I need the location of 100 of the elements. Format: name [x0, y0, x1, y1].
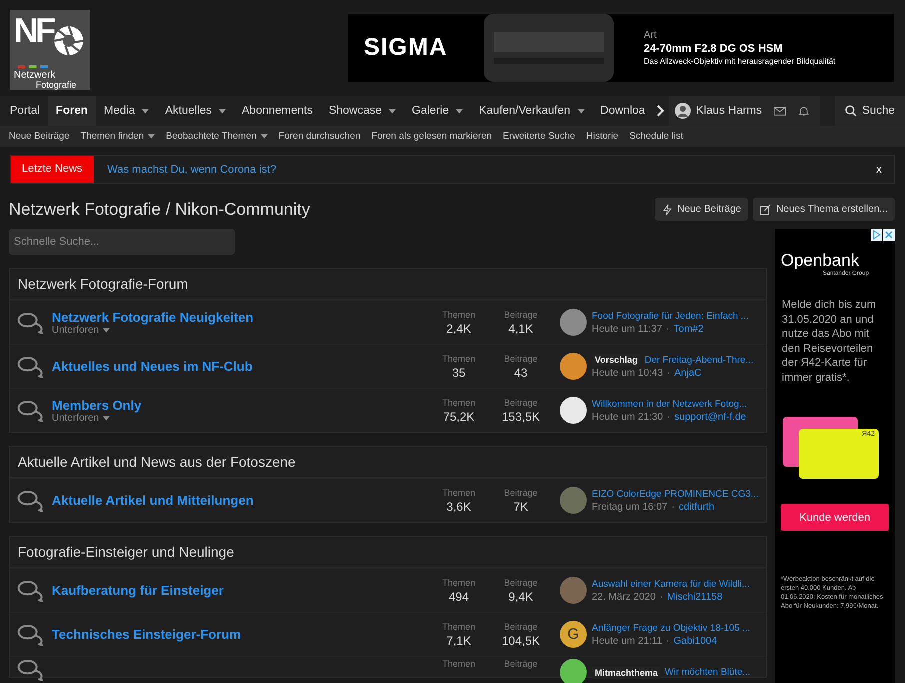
forum-link[interactable]: Kaufberatung für Einsteiger: [52, 583, 428, 598]
avatar-icon: [675, 103, 692, 119]
forum-link[interactable]: Members Only: [52, 398, 428, 412]
news-link[interactable]: Was machst Du, wenn Corona ist?: [108, 164, 870, 176]
forum-link[interactable]: Netzwerk Fotografie Neuigkeiten: [52, 310, 428, 324]
logo-text: Fotografie: [36, 80, 77, 90]
nav-tab[interactable]: Downloa: [592, 96, 654, 126]
separator-dot: ·: [660, 592, 664, 602]
post-count: 104,5K: [502, 634, 540, 648]
post-count: 7K: [514, 500, 528, 514]
separator-dot: ·: [666, 324, 670, 334]
user-link[interactable]: support@nf-f.de: [674, 412, 746, 422]
ad-choices-icon[interactable]: [871, 229, 895, 241]
logo-initials: NF: [14, 12, 54, 51]
action-button[interactable]: Neues Thema erstellen...: [753, 198, 895, 221]
avatar-photo-placeholder[interactable]: [560, 353, 587, 380]
subforums-toggle[interactable]: Unterforen: [52, 412, 428, 424]
stat-label: Themen: [442, 622, 476, 632]
thread-count: 7,1K: [446, 634, 472, 648]
forum-link[interactable]: Aktuelles und Neues im NF-Club: [52, 359, 428, 374]
ad-brand: Openbank: [781, 251, 860, 270]
search-button[interactable]: Suche: [835, 96, 905, 126]
thread-link[interactable]: Der Freitag-Abend-Thre...: [644, 354, 754, 366]
separator-dot: ·: [672, 502, 675, 512]
thread-link[interactable]: Auswahl einer Kamera für die Wildli...: [592, 578, 750, 590]
ad-tagline: Das Allzweck-Objektiv mit herausragender Bildqualität: [644, 57, 836, 66]
site-logo[interactable]: NF Netzwerk Fotografie: [10, 10, 90, 90]
nav-tab[interactable]: Showcase: [320, 96, 404, 126]
post-time: 22. März 2020: [592, 592, 656, 602]
thread-link[interactable]: EIZO ColorEdge PROMINENCE CG3...: [592, 488, 759, 500]
stat-label: Beiträge: [504, 622, 538, 632]
post-count: 9,4K: [508, 590, 534, 604]
chat-bubbles-icon: [17, 312, 44, 334]
subnav-link[interactable]: Schedule list: [630, 131, 684, 142]
page-title: Netzwerk Fotografie / Nikon-Community: [9, 200, 310, 220]
forum-link[interactable]: Technisches Einsteiger-Forum: [52, 627, 428, 642]
user-link[interactable]: Gabi1004: [674, 636, 718, 646]
nav-tab[interactable]: Foren: [48, 96, 96, 126]
post-count: 4,1K: [508, 322, 534, 336]
close-button[interactable]: x: [870, 162, 888, 176]
stat-label: Themen: [442, 310, 476, 320]
ad-text: Melde dich bis zum 31.05.2020 an und nutze das Abo mit den Reisevorteilen der Я42-Karte für immer gratis*.: [782, 298, 878, 385]
thread-count: 35: [452, 366, 466, 380]
quick-search-field[interactable]: Schnelle Suche...: [9, 229, 235, 255]
bank-ad[interactable]: [775, 229, 895, 683]
thread-link[interactable]: Anfänger Frage zu Objektiv 18-105 ...: [592, 622, 750, 634]
nav-tab[interactable]: Aktuelles: [157, 96, 234, 126]
letter-avatar[interactable]: [560, 659, 587, 683]
lightning-icon: [662, 204, 673, 216]
nav-tab[interactable]: Galerie: [404, 96, 472, 126]
stat-label: Themen: [442, 354, 476, 364]
news-label: Letzte News: [11, 156, 94, 183]
subnav-link[interactable]: Foren als gelesen markieren: [372, 131, 492, 142]
aperture-icon: [52, 24, 86, 58]
post-count: 153,5K: [502, 410, 540, 424]
subnav-link[interactable]: Historie: [586, 131, 619, 142]
user-link[interactable]: AnjaC: [674, 368, 702, 379]
lens-ad-banner[interactable]: SIGMA Art 24-70mm F2.8 DG OS HSM Das Allzweck-Objektiv mit herausragender Bildqualität: [348, 14, 894, 82]
separator-dot: ·: [667, 368, 671, 379]
chat-bubbles-icon: [17, 659, 44, 681]
forum-link[interactable]: Aktuelle Artikel und Mitteilungen: [52, 493, 428, 508]
stat-label: Beiträge: [504, 354, 538, 364]
thread-link[interactable]: Wir möchten Blüte...: [665, 667, 751, 678]
subforums-toggle[interactable]: Unterforen: [52, 324, 428, 336]
stat-label: Beiträge: [504, 310, 538, 320]
prefix-label: Mitmachthema: [592, 666, 662, 678]
nav-tab[interactable]: Abonnements: [234, 96, 321, 126]
caret-icon: [103, 416, 110, 420]
subnav-link[interactable]: Beobachtete Themen: [166, 131, 268, 142]
stat-label: Themen: [442, 659, 476, 669]
avatar-photo-placeholder[interactable]: [560, 397, 587, 424]
ad-cta-button[interactable]: Kunde werden: [781, 504, 889, 531]
category-title: Netzwerk Fotografie-Forum: [10, 269, 766, 300]
thread-count: 75,2K: [443, 410, 475, 424]
user-link[interactable]: Tom#2: [674, 324, 704, 334]
subnav-link[interactable]: Erweiterte Suche: [503, 131, 576, 142]
stat-label: Beiträge: [504, 398, 538, 408]
envelope-icon[interactable]: [774, 106, 786, 116]
nav-tab[interactable]: Kaufen/Verkaufen: [471, 96, 593, 126]
subnav-link[interactable]: Themen finden: [80, 131, 156, 142]
chevron-right-icon[interactable]: [657, 105, 666, 117]
user-link[interactable]: Mischi21158: [667, 592, 723, 602]
user-link[interactable]: cditfurth: [678, 502, 715, 512]
edit-icon: [760, 204, 772, 216]
nav-tab[interactable]: Media: [96, 96, 158, 126]
action-button[interactable]: Neue Beiträge: [654, 198, 748, 221]
nav-tab[interactable]: Portal: [0, 96, 48, 126]
ad-headline: 24-70mm F2.8 DG OS HSM: [644, 43, 784, 55]
subnav-link[interactable]: Neue Beiträge: [9, 131, 70, 142]
bell-icon[interactable]: [798, 106, 810, 116]
stat-label: Themen: [442, 578, 476, 588]
thread-link[interactable]: Food Fotografie für Jeden: Einfach ...: [592, 310, 749, 322]
stat-label: Beiträge: [504, 659, 538, 669]
ad-brand: SIGMA: [364, 34, 449, 62]
caret-icon: [103, 328, 110, 332]
thread-count: 494: [448, 590, 470, 604]
stat-label: Beiträge: [504, 578, 538, 588]
subnav-link[interactable]: Foren durchsuchen: [278, 131, 361, 142]
thread-link[interactable]: Willkommen in der Netzwerk Fotog...: [592, 398, 748, 410]
letter-avatar[interactable]: G: [560, 621, 587, 648]
